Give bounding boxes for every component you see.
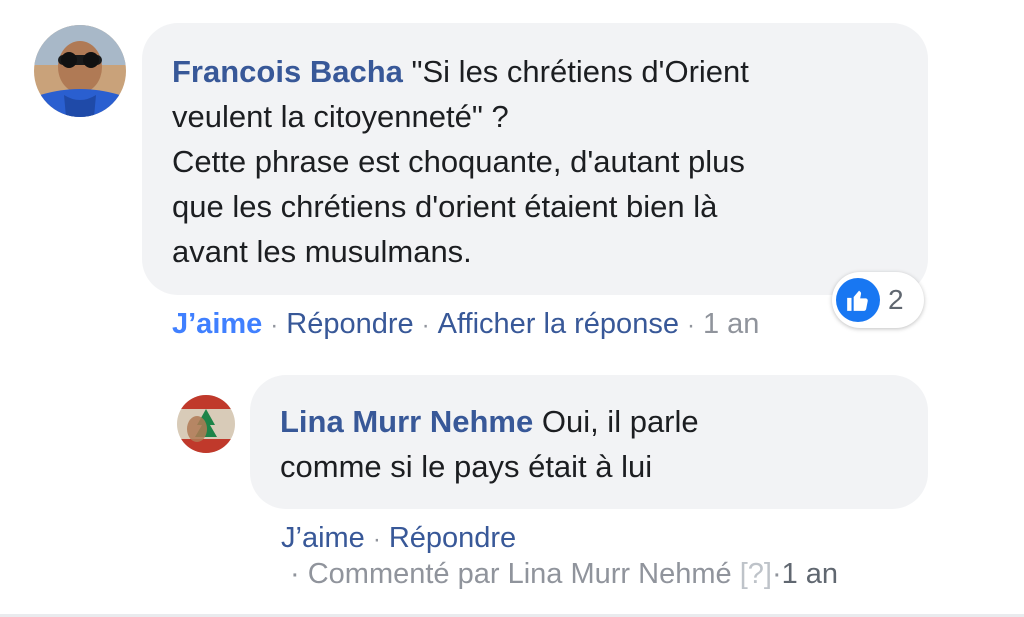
reply-link[interactable]: Répondre (286, 308, 413, 340)
avatar[interactable] (34, 25, 126, 117)
help-marker[interactable]: [?] (740, 558, 772, 590)
reply-text-block: Lina Murr Nehme Oui, il parle comme si l… (280, 399, 898, 489)
like-link[interactable]: J’aime (281, 522, 365, 554)
reply-author-name[interactable]: Lina Murr Nehme (280, 404, 533, 439)
comment-thread: Francois Bacha "Si les chrétiens d'Orien… (0, 0, 1024, 617)
reply-text-first: Oui, il parle (541, 404, 699, 439)
comment-timestamp[interactable]: 1 an (703, 308, 759, 340)
separator-dot: · (372, 526, 381, 553)
reply-meta: · Commenté par Lina Murr Nehmé [?]·1 an (290, 557, 838, 591)
reply-actions: J’aime · Répondre (281, 521, 516, 557)
thumbs-up-icon (836, 278, 880, 322)
separator-dot: · (270, 312, 279, 339)
comment-actions: J’aime · Répondre · Afficher la réponse · 1 an (172, 307, 759, 343)
profile-photo-icon (177, 395, 235, 453)
reply-avatar[interactable] (177, 395, 235, 453)
reply-text-rest: comme si le pays était à lui (280, 449, 653, 484)
separator-dot: · (771, 558, 782, 590)
separator-dot: · (421, 312, 430, 339)
comment-bubble: Francois Bacha "Si les chrétiens d'Orien… (142, 23, 928, 295)
separator-dot: · (290, 558, 300, 590)
reaction-count: 2 (888, 284, 904, 315)
commented-by-label[interactable]: Commenté par Lina Murr Nehmé (308, 558, 732, 590)
comment-author-name[interactable]: Francois Bacha (172, 54, 403, 89)
view-reply-link[interactable]: Afficher la réponse (438, 308, 679, 340)
reaction-summary[interactable]: 2 (832, 272, 924, 328)
reply-timestamp[interactable]: 1 an (782, 558, 838, 590)
separator-dot: · (686, 312, 695, 339)
comment-text-block: Francois Bacha "Si les chrétiens d'Orien… (172, 49, 898, 274)
reply-bubble: Lina Murr Nehme Oui, il parle comme si l… (250, 375, 928, 509)
profile-photo-icon (34, 25, 126, 117)
like-link[interactable]: J’aime (172, 308, 262, 340)
reply-link[interactable]: Répondre (389, 522, 516, 554)
